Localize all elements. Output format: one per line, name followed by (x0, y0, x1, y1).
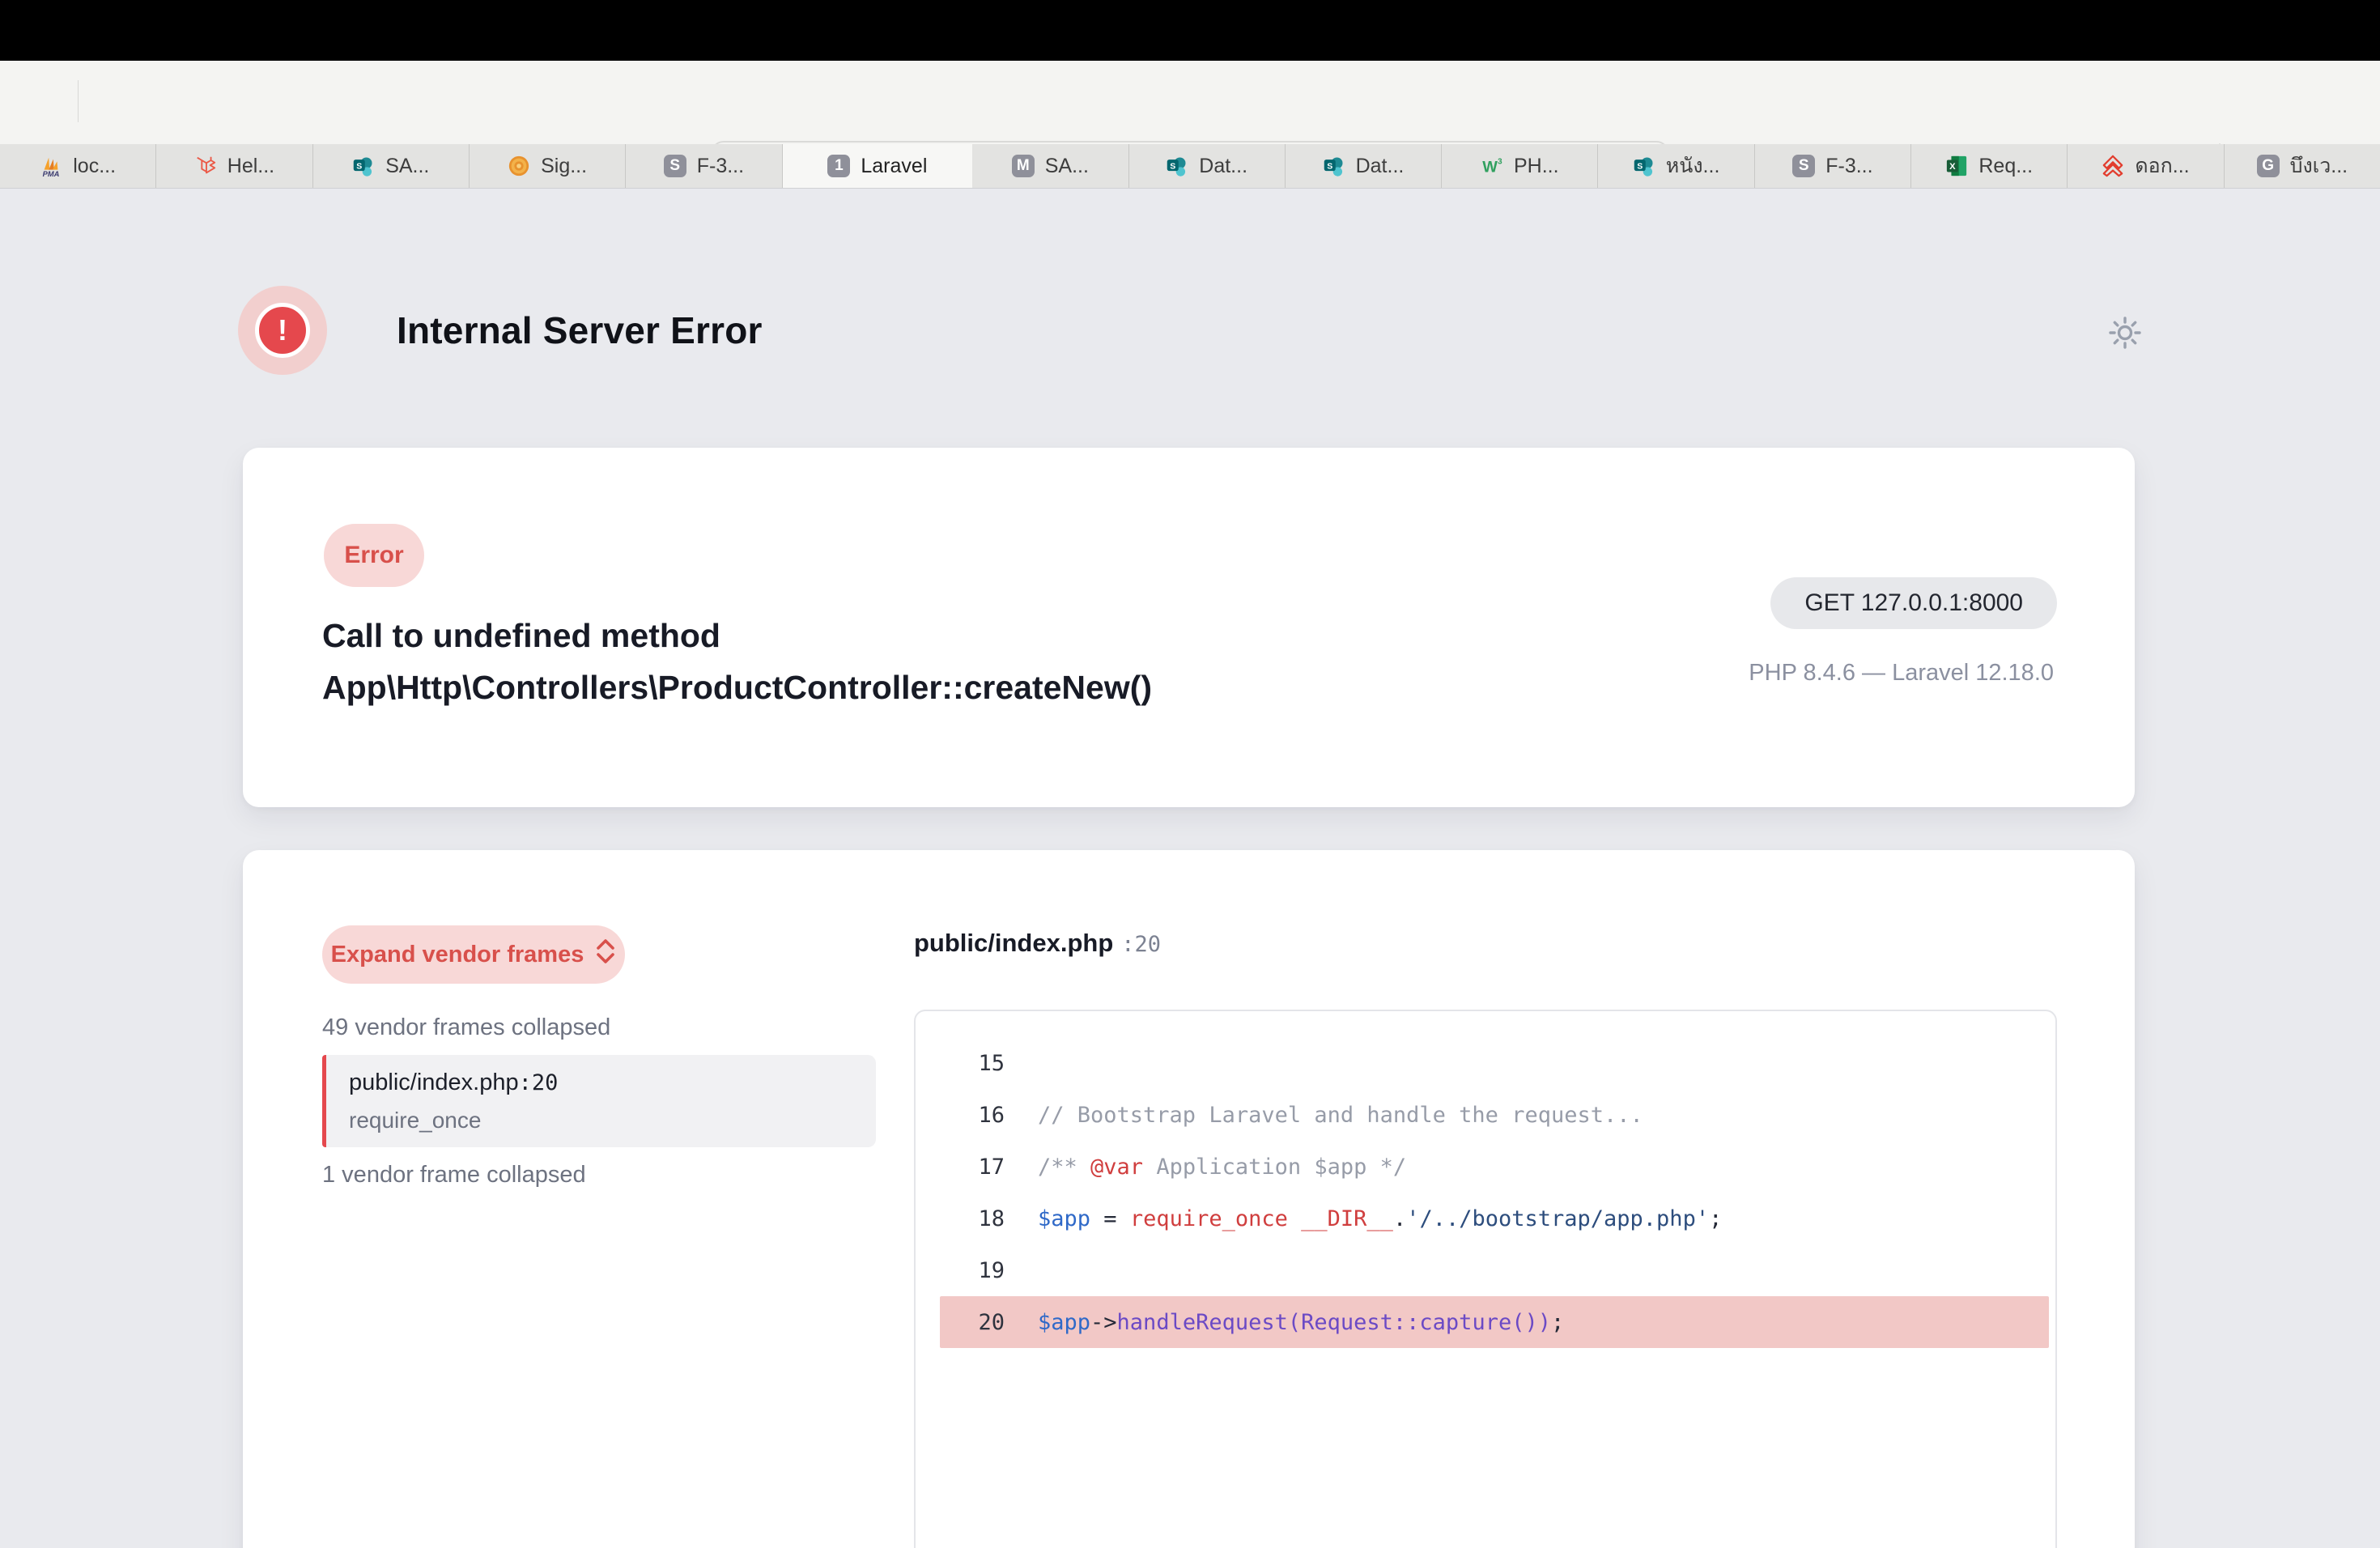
line-source: // Bootstrap Laravel and handle the requ… (1038, 1103, 1643, 1128)
code-file-line: :20 (1121, 932, 1161, 957)
tab-label: ดอก... (2135, 150, 2189, 182)
letter-S-favicon-icon: S (1792, 155, 1815, 177)
svg-text:PMA: PMA (43, 170, 60, 178)
error-message: Call to undefined method App\Http\Contro… (322, 610, 1152, 713)
error-message-line2: App\Http\Controllers\ProductController::… (322, 661, 1152, 713)
browser-tab-11[interactable]: S F-3... (1755, 144, 1911, 188)
red-chevrons-favicon-icon (2102, 155, 2124, 177)
code-line-15: 15 (916, 1037, 2055, 1089)
line-number: 17 (916, 1155, 1005, 1180)
code-panel[interactable]: 15 16 // Bootstrap Laravel and handle the … (914, 1010, 2057, 1548)
php-laravel-versions: PHP 8.4.6 — Laravel 12.18.0 (1749, 660, 2054, 687)
error-badge-icon: ! (238, 286, 327, 375)
code-line-16: 16 // Bootstrap Laravel and handle the re… (916, 1089, 2055, 1141)
browser-tab-active-5[interactable]: 1 Laravel (783, 144, 973, 188)
code-file-name: public/index.php (914, 929, 1113, 958)
line-number: 18 (916, 1206, 1005, 1231)
svg-text:S: S (1327, 162, 1332, 172)
tab-label: Dat... (1356, 155, 1405, 178)
line-source: /** @var Application $app */ (1038, 1155, 1406, 1180)
line-source: $app = require_once __DIR__.'/../bootstr… (1038, 1206, 1722, 1231)
vendor-frames-collapsed-bottom[interactable]: 1 vendor frame collapsed (322, 1162, 586, 1189)
page-title: Internal Server Error (397, 308, 763, 352)
letter-1-favicon-icon: 1 (827, 155, 850, 177)
browser-tab-6[interactable]: M SA... (972, 144, 1128, 188)
toolbar-divider (78, 80, 79, 122)
stack-frame-item[interactable]: public/index.php:20 require_once (322, 1055, 876, 1147)
code-file-heading: public/index.php :20 (914, 929, 1161, 958)
line-number: 20 (940, 1310, 1005, 1335)
stack-trace-card: Expand vendor frames 49 vendor frames co… (243, 850, 2135, 1548)
screen: 127.0.0.1 A x (0, 0, 2380, 1548)
browser-tab-0[interactable]: PMA loc... (0, 144, 156, 188)
error-type-badge: Error (324, 524, 424, 587)
browser-tab-12[interactable]: X Req... (1911, 144, 2068, 188)
browser-tab-9[interactable]: W 3 PH... (1442, 144, 1598, 188)
line-number: 19 (916, 1258, 1005, 1283)
tab-label: หนัง... (1666, 150, 1720, 182)
phpmyadmin-favicon-icon: PMA (40, 155, 62, 177)
sharepoint-favicon-icon: S (1166, 155, 1188, 177)
expand-vendor-frames-label: Expand vendor frames (331, 942, 584, 968)
w3schools-favicon-icon: W 3 (1481, 155, 1503, 177)
tab-label: F-3... (1825, 155, 1872, 178)
error-summary-card: Error Call to undefined method App\Http\… (243, 448, 2135, 807)
frame-file-label: public/index.php:20 (349, 1070, 876, 1096)
theme-toggle-sun-icon[interactable] (2108, 316, 2142, 354)
frame-function-label: require_once (349, 1108, 876, 1133)
request-method-badge: GET 127.0.0.1:8000 (1770, 577, 2057, 629)
browser-tab-13[interactable]: ดอก... (2068, 144, 2224, 188)
svg-text:X: X (1949, 162, 1956, 172)
browser-tab-4[interactable]: S F-3... (626, 144, 782, 188)
tab-label: F-3... (697, 155, 744, 178)
letter-S-favicon-icon: S (664, 155, 686, 177)
tab-label: Dat... (1199, 155, 1247, 178)
tab-label: SA... (1045, 155, 1089, 178)
svg-text:S: S (356, 162, 362, 172)
tab-strip: PMA loc... Hel... S SA... Sig... S F-3...… (0, 144, 2380, 189)
tab-label: SA... (385, 155, 429, 178)
svg-text:S: S (1171, 162, 1176, 172)
letter-M-favicon-icon: M (1012, 155, 1035, 177)
browser-tab-7[interactable]: S Dat... (1129, 144, 1286, 188)
browser-tab-8[interactable]: S Dat... (1286, 144, 1442, 188)
system-top-bar (0, 0, 2380, 61)
svg-text:W: W (1482, 158, 1498, 176)
sharepoint-favicon-icon: S (1323, 155, 1345, 177)
tab-label: Laravel (861, 155, 927, 178)
laravel-favicon-icon (194, 155, 217, 177)
line-number: 15 (916, 1051, 1005, 1076)
tab-label: Req... (1978, 155, 2033, 178)
browser-tab-10[interactable]: S หนัง... (1598, 144, 1754, 188)
browser-tab-1[interactable]: Hel... (156, 144, 312, 188)
tab-label: Sig... (541, 155, 587, 178)
tab-label: Hel... (227, 155, 274, 178)
letter-G-favicon-icon: G (2257, 155, 2280, 177)
expand-vendor-frames-button[interactable]: Expand vendor frames (322, 925, 625, 984)
browser-tab-2[interactable]: S SA... (313, 144, 470, 188)
code-line-20-highlighted: 20 $app->handleRequest(Request::capture()… (940, 1296, 2049, 1348)
code-line-18: 18 $app = require_once __DIR__.'/../boots… (916, 1193, 2055, 1244)
page-header: ! Internal Server Error (238, 286, 763, 375)
browser-tab-14[interactable]: G บึงเว... (2225, 144, 2380, 188)
browser-tab-3[interactable]: Sig... (470, 144, 626, 188)
error-message-line1: Call to undefined method (322, 610, 1152, 661)
tab-label: บึงเว... (2290, 150, 2348, 182)
sharepoint-favicon-icon: S (352, 155, 375, 177)
chevron-up-down-icon (595, 938, 616, 972)
svg-text:3: 3 (1498, 158, 1502, 167)
browser-toolbar: 127.0.0.1 A x (0, 61, 2380, 145)
code-line-17: 17 /** @var Application $app */ (916, 1141, 2055, 1193)
svg-text:S: S (1637, 162, 1643, 172)
tab-label: loc... (73, 155, 116, 178)
vendor-frames-collapsed-top[interactable]: 49 vendor frames collapsed (322, 1014, 610, 1041)
code-line-19: 19 (916, 1244, 2055, 1296)
tab-label: PH... (1514, 155, 1559, 178)
medallion-favicon-icon (508, 155, 530, 177)
excel-favicon-icon: X (1945, 155, 1968, 177)
sharepoint-favicon-icon: S (1633, 155, 1655, 177)
line-number: 16 (916, 1103, 1005, 1128)
line-source: $app->handleRequest(Request::capture()); (1038, 1310, 1564, 1335)
